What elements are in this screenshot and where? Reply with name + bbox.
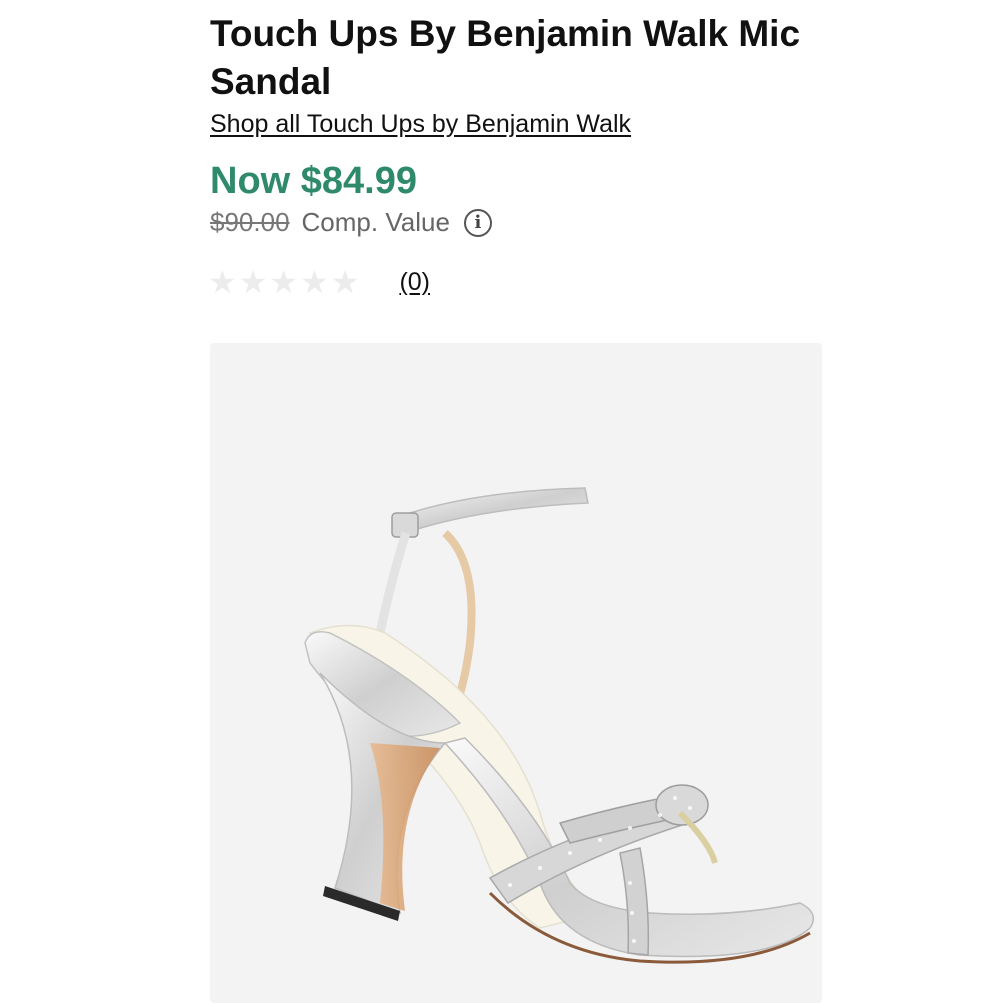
star-icon: ★ (238, 264, 268, 300)
info-icon[interactable]: i (463, 208, 492, 237)
product-image[interactable] (210, 343, 822, 1003)
original-price: $90.00 (210, 207, 290, 237)
comp-value-label: Comp. Value (301, 207, 450, 237)
review-count-link[interactable]: (0) (399, 268, 430, 297)
rating-row: ★ ★ ★ ★ ★ (0) (208, 266, 430, 298)
star-icon: ★ (208, 264, 237, 300)
star-icon: ★ (269, 264, 299, 300)
star-rating: ★ ★ ★ ★ ★ (208, 266, 359, 298)
sale-price: Now $84.99 (210, 160, 417, 202)
shop-brand-link[interactable]: Shop all Touch Ups by Benjamin Walk (210, 110, 631, 139)
product-title: Touch Ups By Benjamin Walk Mic Sandal (210, 13, 801, 102)
sandal-illustration (304, 487, 815, 964)
comp-value-row: $90.00 Comp. Value i (210, 207, 492, 238)
star-icon: ★ (300, 264, 329, 300)
star-icon: ★ (330, 264, 360, 300)
